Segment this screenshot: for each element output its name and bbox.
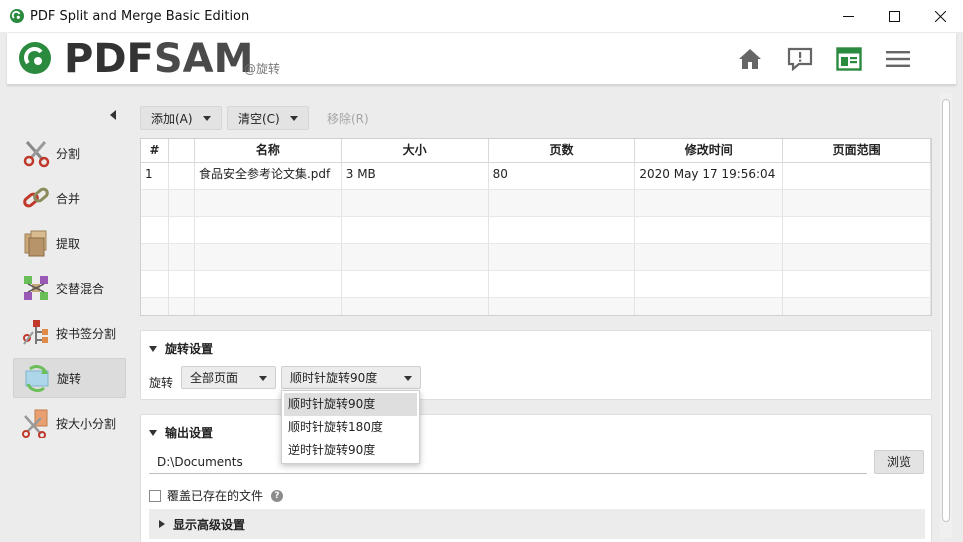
column-header-name[interactable]: 名称 [195, 139, 342, 162]
feedback-button[interactable] [786, 45, 814, 73]
column-header-page-range[interactable]: 页面范围 [783, 139, 931, 162]
page-range-cell[interactable] [783, 163, 931, 189]
title-bar: PDF Split and Merge Basic Edition [0, 0, 963, 32]
output-settings-toggle[interactable]: 输出设置 [149, 424, 213, 441]
chain-icon [23, 187, 49, 208]
empty-table-row [141, 298, 931, 315]
rotate-settings-panel: 旋转设置 旋转 全部页面 顺时针旋转90度 [140, 330, 932, 400]
rotate-icon [25, 364, 49, 393]
overwrite-option: 覆盖已存在的文件 ? [149, 487, 284, 504]
news-button[interactable] [835, 45, 863, 73]
home-icon [739, 49, 761, 69]
empty-table-row [141, 244, 931, 271]
browse-button[interactable]: 浏览 [874, 450, 924, 474]
output-path-input[interactable] [149, 450, 867, 474]
sidebar-item-split-by-size[interactable]: 按大小分割 [13, 403, 126, 443]
close-button[interactable] [917, 0, 963, 32]
mix-icon [24, 276, 48, 300]
overwrite-label: 覆盖已存在的文件 [167, 489, 264, 503]
menu-button[interactable] [884, 45, 912, 73]
output-settings-panel: 输出设置 浏览 覆盖已存在的文件 ? 显示高级设置 [140, 414, 932, 542]
maximize-icon [888, 10, 900, 22]
chevron-down-icon [259, 376, 267, 381]
file-table[interactable]: # 名称 大小 页数 修改时间 页面范围 1 食品安全参考论文集.pdf 3 M… [140, 138, 932, 316]
column-header-modified[interactable]: 修改时间 [635, 139, 784, 162]
sidebar-item-split[interactable]: 分割 [13, 133, 126, 173]
clear-button[interactable]: 清空(C) [227, 106, 309, 130]
chevron-down-icon [202, 115, 211, 121]
rotation-option-cw90[interactable]: 顺时针旋转90度 [284, 393, 417, 416]
expand-arrow-icon [149, 345, 157, 352]
overwrite-checkbox[interactable] [149, 489, 161, 502]
empty-table-row [141, 271, 931, 298]
column-header-status[interactable] [169, 139, 195, 162]
pages-icon [24, 230, 47, 257]
pages-select[interactable]: 全部页面 [181, 366, 276, 389]
column-header-size[interactable]: 大小 [342, 139, 489, 162]
empty-table-row [141, 190, 931, 217]
sidebar-item-alternate-mix[interactable]: 交替混合 [13, 268, 126, 308]
sidebar-item-merge[interactable]: 合并 [13, 178, 126, 218]
pdfsam-logo-icon [19, 42, 51, 74]
sidebar-item-split-by-bookmarks[interactable]: 按书签分割 [13, 313, 126, 353]
expand-arrow-icon [149, 429, 157, 436]
app-header: PDFSAM @旋转 [7, 33, 956, 85]
rotation-option-ccw90[interactable]: 逆时针旋转90度 [284, 439, 417, 462]
rotation-dropdown-list: 顺时针旋转90度 顺时针旋转180度 逆时针旋转90度 [281, 390, 420, 464]
empty-table-row [141, 217, 931, 244]
vertical-scrollbar[interactable] [940, 93, 952, 538]
rotate-settings-toggle[interactable]: 旋转设置 [149, 340, 213, 357]
column-header-index[interactable]: # [141, 139, 169, 162]
app-icon [10, 9, 24, 23]
rotate-label: 旋转 [149, 376, 174, 390]
rotation-option-cw180[interactable]: 顺时针旋转180度 [284, 416, 417, 439]
help-icon[interactable]: ? [271, 489, 284, 502]
advanced-settings-toggle[interactable]: 显示高级设置 [149, 509, 925, 539]
chevron-down-icon [289, 115, 298, 121]
remove-button[interactable]: 移除(R) [316, 106, 380, 130]
chevron-down-icon [404, 376, 412, 381]
sidebar-item-rotate[interactable]: 旋转 [13, 358, 126, 398]
table-header: # 名称 大小 页数 修改时间 页面范围 [141, 139, 931, 163]
rotation-select[interactable]: 顺时针旋转90度 [281, 366, 421, 389]
close-icon [934, 10, 946, 22]
news-icon [836, 47, 862, 71]
current-module-label: @旋转 [244, 62, 281, 76]
expand-arrow-icon [159, 520, 165, 528]
hamburger-menu-icon [886, 51, 910, 67]
collapse-sidebar-icon[interactable] [108, 109, 118, 121]
add-button[interactable]: 添加(A) [140, 106, 222, 130]
feedback-icon [787, 47, 813, 71]
column-header-pages[interactable]: 页数 [489, 139, 636, 162]
logo-wordmark: PDFSAM [64, 36, 254, 82]
maximize-button[interactable] [871, 0, 917, 32]
scissors-icon [23, 141, 50, 168]
sidebar-item-extract[interactable]: 提取 [13, 223, 126, 263]
table-row[interactable]: 1 食品安全参考论文集.pdf 3 MB 80 2020 May 17 19:5… [141, 163, 931, 190]
bookmark-split-icon [23, 320, 48, 345]
window-title: PDF Split and Merge Basic Edition [30, 8, 250, 24]
minimize-icon [842, 15, 854, 17]
home-button[interactable] [736, 45, 764, 73]
size-split-icon [22, 409, 48, 438]
scrollbar-thumb[interactable] [942, 99, 950, 522]
minimize-button[interactable] [825, 0, 871, 32]
